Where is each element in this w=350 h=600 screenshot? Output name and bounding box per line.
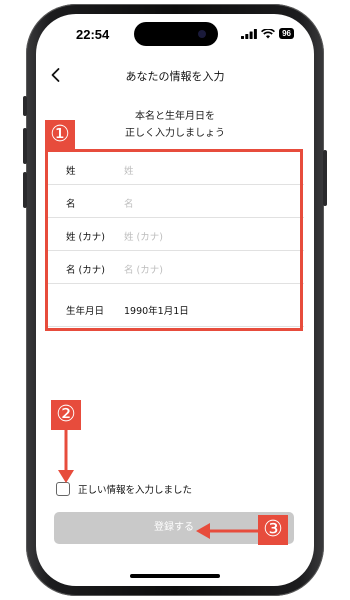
home-indicator: [130, 574, 220, 578]
cellular-signal-icon: [241, 28, 257, 39]
arrow-left-icon: [196, 523, 260, 539]
arrow-down-icon: [58, 428, 74, 483]
form-highlight-box: [45, 149, 303, 331]
navigation-bar: あなたの情報を入力: [36, 62, 314, 92]
battery-icon: 96: [279, 28, 294, 39]
front-camera-icon: [198, 30, 206, 38]
wifi-icon: [261, 28, 276, 38]
side-button-action: [23, 96, 27, 116]
annotation-badge-2: ②: [51, 400, 81, 430]
intro-line-1: 本名と生年月日を: [135, 111, 215, 122]
side-button-volume-up: [23, 128, 27, 164]
confirm-checkbox-label[interactable]: 正しい情報を入力しました: [78, 482, 192, 496]
page-title: あなたの情報を入力: [125, 70, 225, 83]
side-button-volume-down: [23, 172, 27, 208]
dynamic-island: [134, 22, 218, 46]
intro-line-2: 正しく入力しましょう: [125, 128, 225, 139]
screenshot-stage: 22:54 96 あなたの情報を入力 本名と生年月日を 正しく入力しましょう 姓…: [0, 0, 350, 600]
intro-text: 本名と生年月日を 正しく入力しましょう: [36, 108, 314, 142]
confirm-checkbox[interactable]: [56, 482, 70, 496]
confirm-checkbox-row[interactable]: 正しい情報を入力しました: [56, 482, 192, 496]
annotation-badge-1: ①: [45, 120, 75, 150]
annotation-badge-3: ③: [258, 515, 288, 545]
side-button-power: [323, 150, 327, 206]
status-icons: 96: [241, 28, 294, 39]
status-time: 22:54: [76, 27, 110, 42]
